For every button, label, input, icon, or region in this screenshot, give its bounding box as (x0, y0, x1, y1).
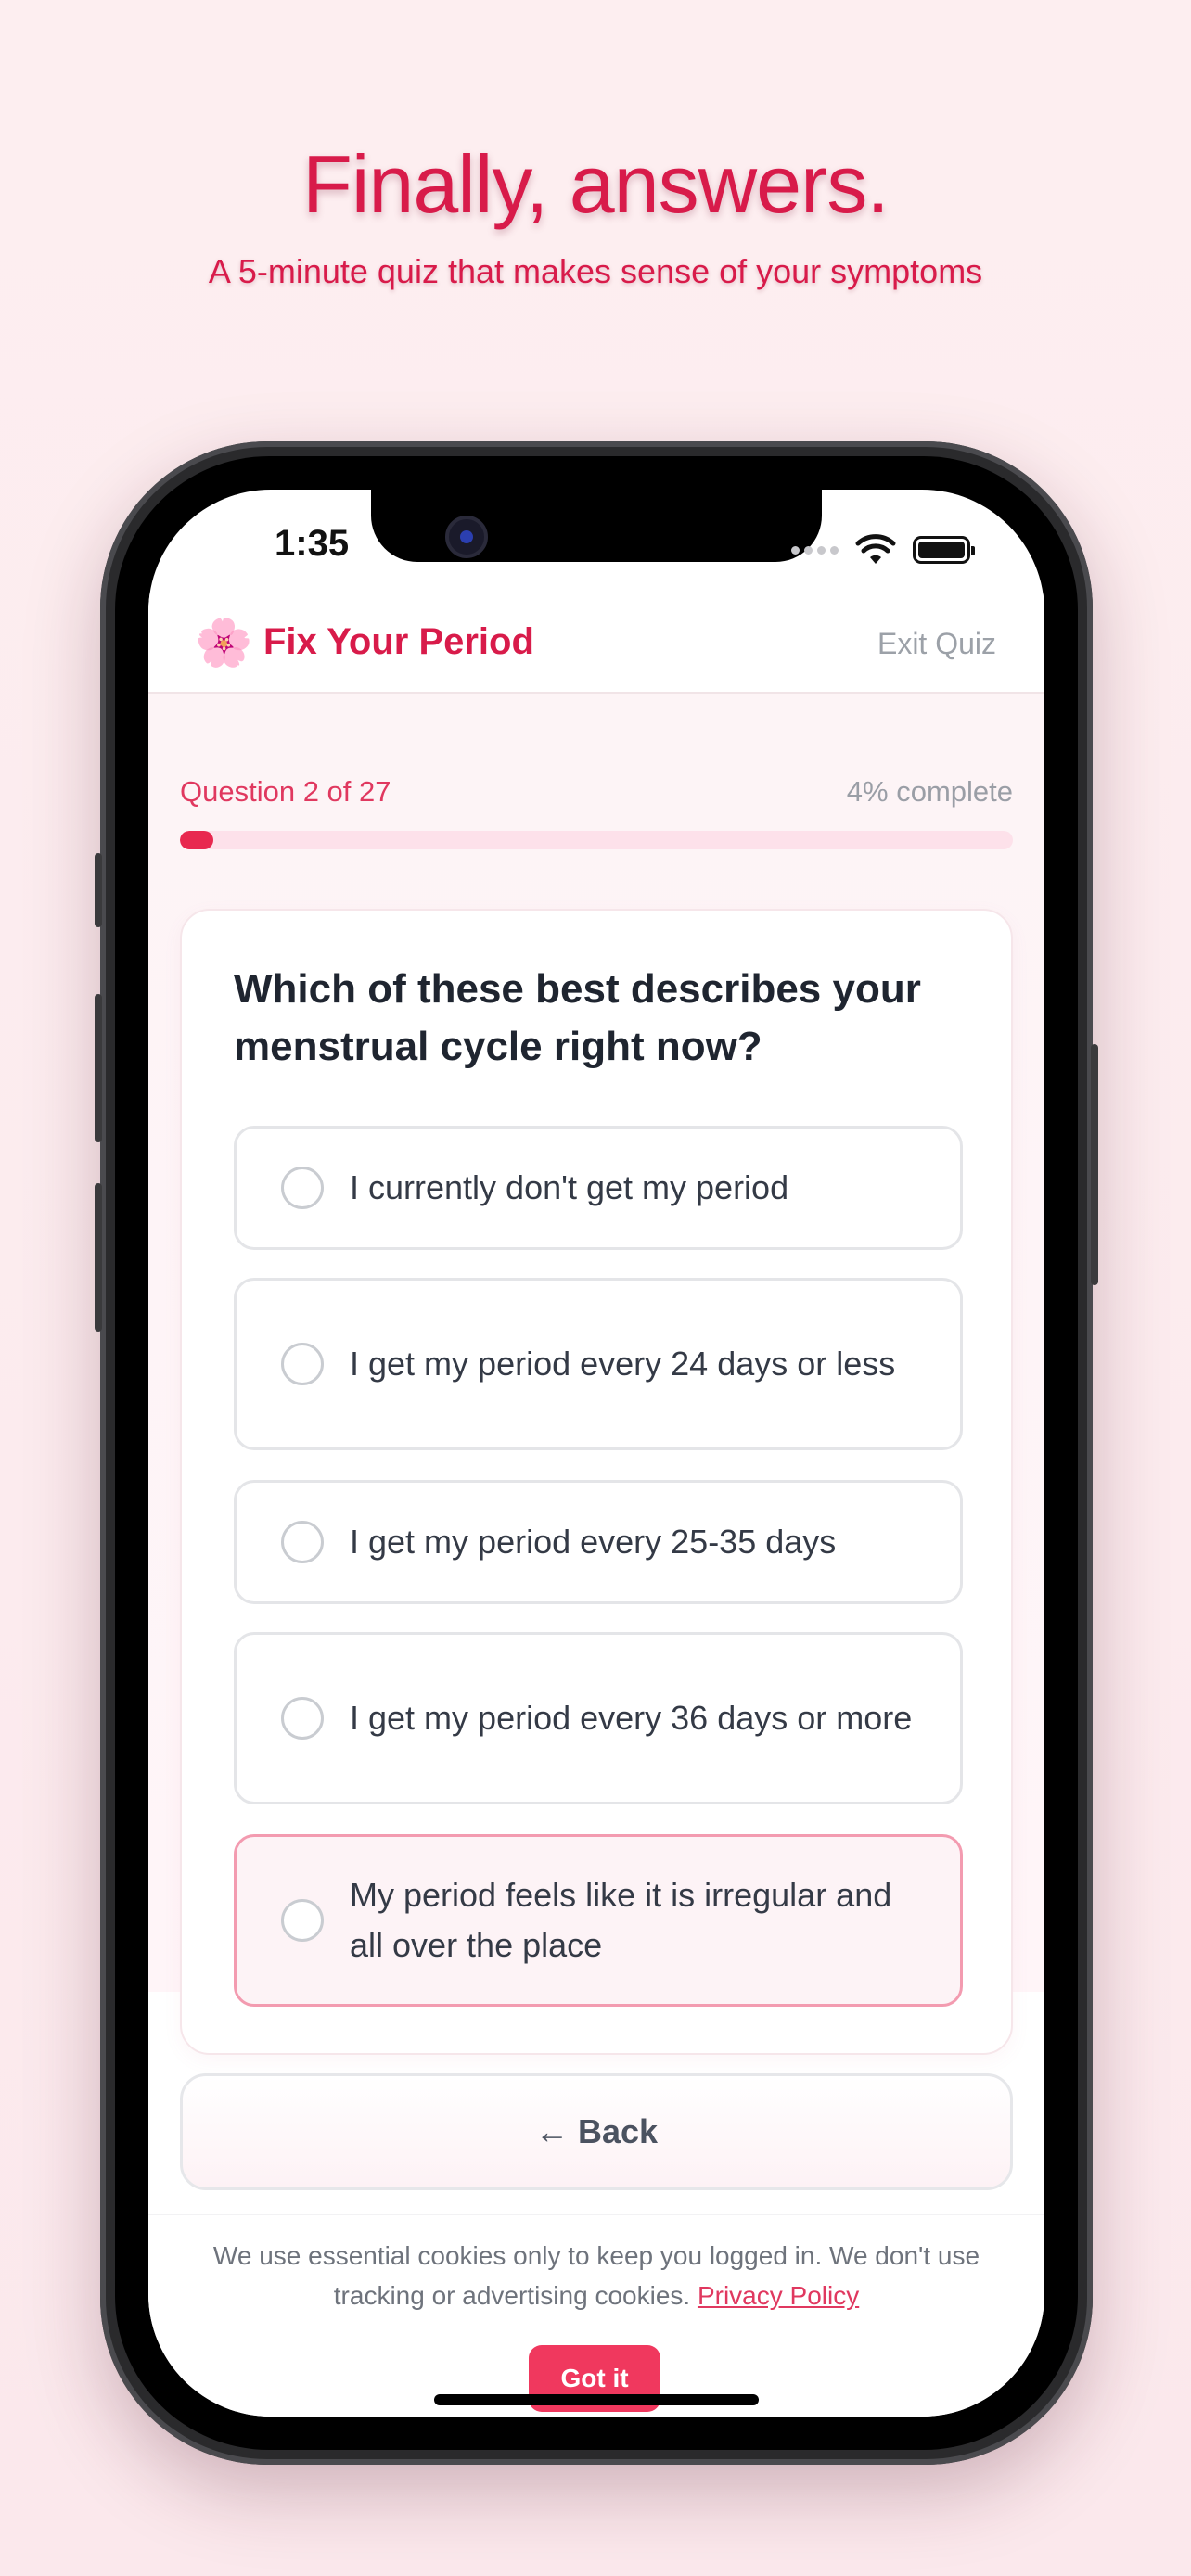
hero-title: Finally, answers. (302, 138, 890, 230)
radio-icon[interactable] (281, 1343, 324, 1385)
home-indicator[interactable] (434, 2394, 759, 2405)
back-button[interactable]: ← Back (180, 2073, 1013, 2190)
camera-icon (445, 516, 488, 558)
option-no-period[interactable]: I currently don't get my period (234, 1126, 963, 1250)
option-label: I get my period every 36 days or more (350, 1699, 913, 1737)
option-label: I get my period every 24 days or less (350, 1345, 896, 1383)
privacy-policy-link[interactable]: Privacy Policy (698, 2281, 859, 2310)
phone-frame: 1:35 🌸 Fix Your Period Exit Quiz Questio… (95, 441, 1098, 2465)
radio-icon[interactable] (281, 1167, 324, 1209)
option-label: My period feels like it is irregular and… (350, 1876, 892, 1964)
progress-bar (180, 831, 1013, 849)
exit-quiz-link[interactable]: Exit Quiz (877, 627, 996, 661)
option-25-35-days[interactable]: I get my period every 25-35 days (234, 1480, 963, 1604)
notch (371, 490, 822, 562)
option-irregular[interactable]: My period feels like it is irregular and… (234, 1834, 963, 2007)
flower-icon: 🌸 (195, 617, 253, 669)
percent-complete: 4% complete (846, 775, 1013, 808)
cellular-dots-icon (791, 545, 839, 555)
option-label: I currently don't get my period (350, 1168, 789, 1206)
battery-icon (913, 536, 975, 564)
power-button (1091, 1044, 1098, 1285)
volume-down-button (95, 1183, 102, 1332)
cookie-banner: We use essential cookies only to keep yo… (148, 2214, 1044, 2417)
wifi-icon (855, 534, 896, 564)
question-counter: Question 2 of 27 (180, 775, 391, 808)
cookie-message: We use essential cookies only to keep yo… (212, 2241, 980, 2310)
radio-icon[interactable] (281, 1899, 324, 1942)
hero-subtitle: A 5-minute quiz that makes sense of your… (208, 252, 983, 290)
status-time: 1:35 (275, 523, 350, 564)
quiz-content: Question 2 of 27 4% complete Which of th… (148, 694, 1044, 2190)
question-card: Which of these best describes your menst… (180, 909, 1013, 2055)
volume-up-button (95, 994, 102, 1142)
progress-fill (180, 831, 213, 849)
option-24-days-or-less[interactable]: I get my period every 24 days or less (234, 1278, 963, 1450)
question-text: Which of these best describes your menst… (234, 966, 921, 1069)
cookie-text: We use essential cookies only to keep yo… (186, 2236, 1007, 2315)
option-label: I get my period every 25-35 days (350, 1523, 837, 1561)
mute-switch (95, 853, 102, 927)
app-header: 🌸 Fix Your Period Exit Quiz (148, 593, 1044, 694)
option-36-days-or-more[interactable]: I get my period every 36 days or more (234, 1632, 963, 1804)
status-icons (791, 534, 975, 566)
radio-icon[interactable] (281, 1697, 324, 1740)
phone-screen: 1:35 🌸 Fix Your Period Exit Quiz Questio… (148, 490, 1044, 2417)
radio-icon[interactable] (281, 1521, 324, 1563)
brand-title[interactable]: Fix Your Period (263, 621, 534, 663)
